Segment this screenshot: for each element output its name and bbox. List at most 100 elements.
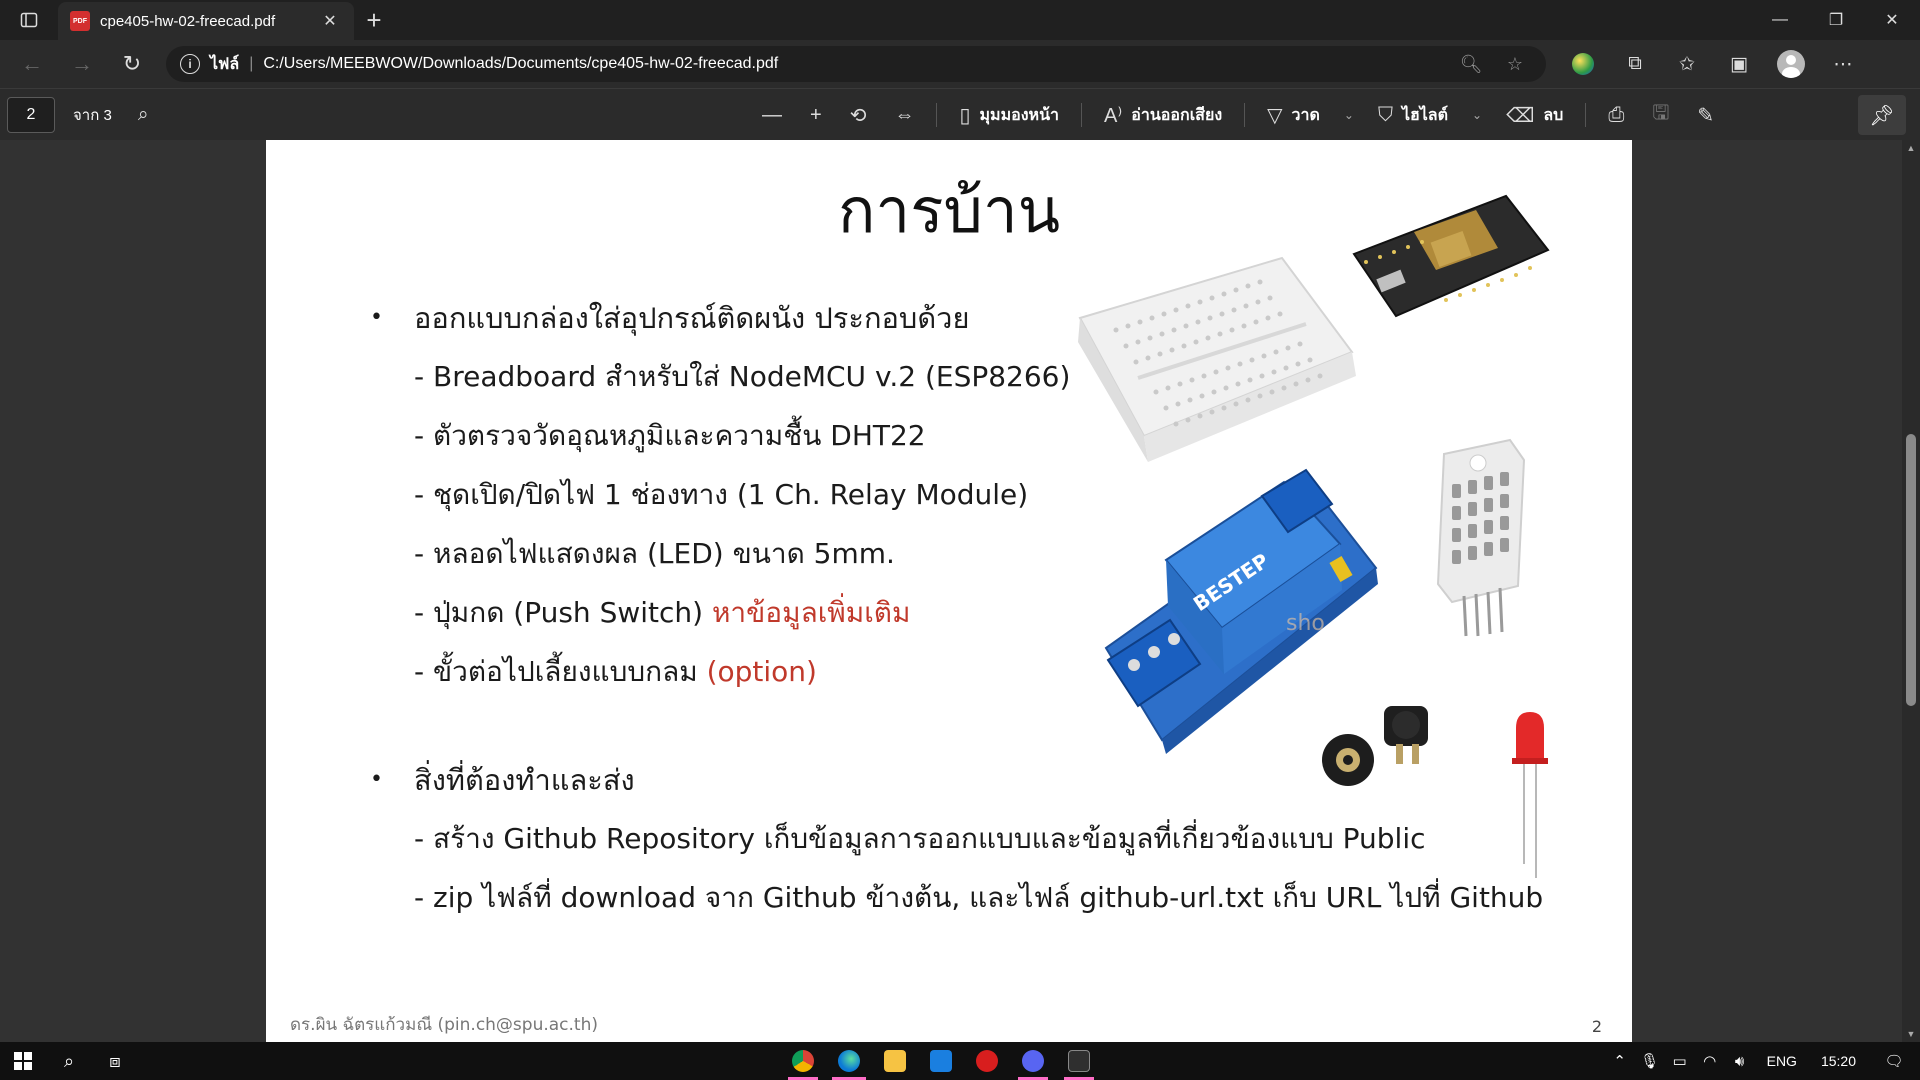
address-url[interactable]: C:/Users/MEEBWOW/Downloads/Documents/cpe… [263, 55, 1444, 73]
chrome-app-icon[interactable] [780, 1042, 826, 1080]
footer-author: ดร.ผิน ฉัตรแก้วมณี (pin.ch@spu.ac.th) [290, 1015, 599, 1035]
add-favorite-icon[interactable]: ☆ [1498, 54, 1532, 75]
favorites-icon[interactable]: ✩ [1664, 46, 1710, 82]
refresh-button[interactable]: ↻ [110, 46, 154, 82]
read-aloud-label: อ่านออกเสียง [1131, 106, 1223, 124]
pdf-viewer[interactable]: การบ้าน • ออกแบบกล่องใส่อุปกรณ์ติดผนัง ป… [0, 140, 1920, 1042]
section1-heading: ออกแบบกล่องใส่อุปกรณ์ติดผนัง ประกอบด้วย [414, 300, 970, 335]
search-icon[interactable]: ⌕ [138, 104, 149, 126]
zoom-in-button[interactable]: + [796, 89, 836, 141]
taskbar-apps [780, 1042, 1102, 1080]
pdf-file-icon: PDF [70, 11, 90, 31]
push-switch-note: หาข้อมูลเพิ่มเติม [711, 595, 911, 629]
fit-width-icon[interactable]: ⇔ [880, 89, 928, 141]
system-tray: ⌃ 🎙︎ ▭ ◠ 🔊︎ ENG 15:20 🗨︎ [1605, 1042, 1920, 1080]
slide-title: การบ้าน [837, 174, 1061, 247]
list-item: - ขั้วต่อไปเลี้ยงแบบกลม (option) [366, 642, 1070, 701]
minimize-button[interactable]: — [1752, 0, 1808, 40]
rotate-icon[interactable]: ⟲ [836, 89, 881, 141]
volume-icon[interactable]: 🔊︎ [1725, 1053, 1755, 1070]
highlight-button[interactable]: ⛉ ไฮไลต์ [1364, 89, 1462, 141]
search-icon[interactable]: ⌕ [46, 1042, 92, 1080]
print-icon[interactable]: ⎙ [1594, 89, 1638, 141]
address-toolbar: ← → ↻ i ไฟล์ | C:/Users/MEEBWOW/Download… [0, 40, 1920, 88]
notification-icon[interactable]: 🗨︎ [1868, 1052, 1920, 1070]
new-tab-button[interactable]: + [354, 0, 394, 40]
list-item: - zip ไฟล์ที่ download จาก Github ข้างต้… [414, 880, 1544, 914]
scroll-down-icon[interactable]: ▼ [1902, 1026, 1920, 1042]
list-item: - หลอดไฟแสดงผล (LED) ขนาด 5mm. [414, 536, 895, 570]
windows-start-icon[interactable] [0, 1042, 46, 1080]
tab-actions-button[interactable] [0, 0, 58, 40]
toolbar-divider [1081, 103, 1082, 127]
profile-avatar[interactable] [1768, 46, 1814, 82]
clock[interactable]: 15:20 [1809, 1053, 1868, 1069]
highlight-label: ไฮไลต์ [1401, 106, 1448, 124]
highlight-options-chevron-down-icon[interactable]: ⌄ [1462, 108, 1492, 122]
pdf-toolbar: 2 จาก 3 ⌕ — + ⟲ ⇔ ▯ มุมมองหน้า A⁾ อ่านออ… [0, 88, 1920, 140]
vertical-scrollbar[interactable]: ▲ ▼ [1902, 140, 1920, 1042]
bullet-heading: • ออกแบบกล่องใส่อุปกรณ์ติดผนัง ประกอบด้ว… [366, 288, 1070, 347]
collections-icon[interactable]: ▣ [1716, 46, 1762, 82]
taskbar-left: ⌕ ⧈ [0, 1042, 138, 1080]
watermark-text: sho [1286, 611, 1325, 636]
relay-brand-label: BESTEP [1189, 548, 1273, 616]
mail-app-icon[interactable] [918, 1042, 964, 1080]
address-scheme-label: ไฟล์ [210, 55, 240, 73]
forward-button[interactable]: → [60, 46, 104, 82]
address-bar[interactable]: i ไฟล์ | C:/Users/MEEBWOW/Downloads/Docu… [166, 46, 1546, 82]
scrollbar-thumb[interactable] [1906, 434, 1916, 706]
toolbar-divider [1585, 103, 1587, 127]
window-controls: — ❐ ✕ [1752, 0, 1920, 40]
zoom-icon[interactable]: 🔍︎ [1454, 54, 1488, 75]
draw-button[interactable]: ▽ วาด [1253, 89, 1334, 141]
draw-icon: ▽ [1267, 104, 1283, 127]
relay-module-image: BESTEP sho [1104, 468, 1378, 754]
extensions-icon[interactable]: ⧉ [1612, 46, 1658, 82]
restore-button[interactable]: ❐ [1808, 0, 1864, 40]
scroll-up-icon[interactable]: ▲ [1902, 140, 1920, 156]
dht22-sensor-image [1436, 438, 1526, 637]
draw-options-chevron-down-icon[interactable]: ⌄ [1334, 108, 1364, 122]
save-icon[interactable]: 🖫︎ [1638, 89, 1683, 141]
connector-text: - ขั้วต่อไปเลี้ยงแบบกลม [414, 654, 707, 688]
section2-heading: สิ่งที่ต้องทำและส่ง [414, 762, 635, 797]
list-item: - ชุดเปิด/ปิดไฟ 1 ช่องทาง (1 Ch. Relay M… [414, 477, 1029, 511]
task-view-icon[interactable]: ⧈ [92, 1042, 138, 1080]
info-icon[interactable]: i [180, 54, 200, 74]
pin-toolbar-icon[interactable]: 📌︎ [1858, 95, 1906, 135]
red-app-icon[interactable] [964, 1042, 1010, 1080]
microphone-icon[interactable]: 🎙︎ [1635, 1052, 1665, 1070]
erase-button[interactable]: ⌫ ลบ [1492, 89, 1577, 141]
wifi-icon[interactable]: ◠ [1695, 1052, 1725, 1070]
browser-toolbar-icons: ⧉ ✩ ▣ ⋯ [1560, 46, 1866, 82]
list-item: - สร้าง Github Repository เก็บข้อมูลการอ… [414, 821, 1426, 855]
discord-app-icon[interactable] [1010, 1042, 1056, 1080]
file-explorer-app-icon[interactable] [872, 1042, 918, 1080]
page-view-button[interactable]: ▯ มุมมองหน้า [945, 89, 1073, 141]
save-as-icon[interactable]: ✎ [1683, 89, 1728, 141]
tab-close-icon[interactable]: ✕ [318, 11, 342, 31]
show-hidden-icons-chevron-up-icon[interactable]: ⌃ [1605, 1052, 1635, 1070]
toolbar-divider [1244, 103, 1246, 127]
browser-tab[interactable]: PDF cpe405-hw-02-freecad.pdf ✕ [58, 2, 354, 40]
section-components: • ออกแบบกล่องใส่อุปกรณ์ติดผนัง ประกอบด้ว… [366, 288, 1070, 701]
pdf-tools: — + ⟲ ⇔ ▯ มุมมองหน้า A⁾ อ่านออกเสียง ▽ ว… [748, 89, 1728, 141]
language-indicator[interactable]: ENG [1755, 1053, 1809, 1069]
edge-app-icon[interactable] [826, 1042, 872, 1080]
settings-more-icon[interactable]: ⋯ [1820, 46, 1866, 82]
back-button[interactable]: ← [10, 46, 54, 82]
read-aloud-button[interactable]: A⁾ อ่านออกเสียง [1090, 89, 1236, 141]
tab-actions-icon [20, 12, 38, 28]
battery-icon[interactable]: ▭ [1665, 1052, 1695, 1070]
title-bar: PDF cpe405-hw-02-freecad.pdf ✕ + — ❐ ✕ [0, 0, 1920, 40]
highlight-icon: ⛉ [1377, 103, 1393, 126]
connector-note: (option) [706, 655, 817, 688]
terminal-app-icon[interactable] [1056, 1042, 1102, 1080]
close-window-button[interactable]: ✕ [1864, 0, 1920, 40]
page-number-input[interactable]: 2 [7, 96, 55, 133]
bullet-icon: • [370, 305, 383, 330]
extension-app-icon[interactable] [1560, 46, 1606, 82]
zoom-out-button[interactable]: — [748, 89, 796, 141]
erase-label: ลบ [1543, 106, 1564, 124]
